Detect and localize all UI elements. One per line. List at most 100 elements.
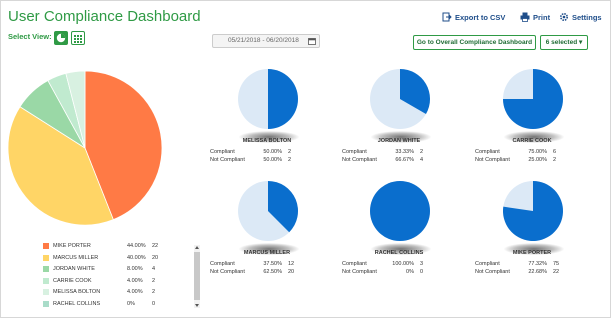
user-name: CARRIE COOK bbox=[512, 138, 552, 144]
calendar-icon[interactable] bbox=[308, 37, 316, 45]
legend-count: 20 bbox=[152, 254, 159, 261]
scroll-down-icon[interactable] bbox=[194, 303, 200, 308]
compliant-count: 2 bbox=[288, 149, 292, 155]
main-pie-chart bbox=[7, 70, 163, 226]
not-compliant-percent: 22.68% bbox=[528, 269, 547, 275]
user-compliance-card: MIKE PORTER Compliant 77.32% 75 Not Complian… bbox=[471, 180, 593, 290]
pie-view-button[interactable] bbox=[54, 31, 68, 45]
compliant-label: Compliant bbox=[475, 149, 500, 155]
overall-compliance-button[interactable]: Go to Overall Compliance Dashboard bbox=[413, 35, 536, 50]
legend-item[interactable]: MELISSA BOLTON 4.00% 2 bbox=[40, 286, 196, 298]
legend-name: CARRIE COOK bbox=[53, 277, 92, 284]
legend-percent: 44.00% bbox=[127, 243, 146, 249]
legend-swatch bbox=[43, 266, 49, 272]
compliant-count: 2 bbox=[420, 149, 424, 155]
user-name: JORDAN WHITE bbox=[377, 138, 421, 144]
user-pie-chart bbox=[238, 181, 298, 241]
legend-count: 4 bbox=[152, 266, 156, 272]
scroll-thumb[interactable] bbox=[194, 252, 200, 300]
compliant-percent: 75.00% bbox=[528, 149, 547, 155]
legend-name: MELISSA BOLTON bbox=[53, 289, 101, 295]
legend-count: 0 bbox=[152, 300, 156, 307]
legend-item[interactable]: MARCUS MILLER 40.00% 20 bbox=[40, 252, 196, 264]
compliant-percent: 33.33% bbox=[395, 149, 414, 155]
not-compliant-count: 20 bbox=[288, 269, 295, 275]
export-csv-link[interactable]: Export to CSV bbox=[442, 12, 505, 22]
compliant-count: 12 bbox=[288, 261, 295, 267]
not-compliant-label: Not Compliant bbox=[210, 269, 245, 275]
not-compliant-count: 4 bbox=[420, 157, 424, 163]
legend-name: MIKE PORTER bbox=[53, 243, 91, 249]
user-pie-chart bbox=[503, 181, 563, 241]
legend-item[interactable]: CARRIE COOK 4.00% 2 bbox=[40, 275, 196, 287]
date-range-field[interactable]: 05/21/2018 - 06/20/2018 bbox=[212, 34, 320, 48]
not-compliant-percent: 0% bbox=[406, 269, 414, 275]
legend-swatch bbox=[43, 243, 49, 249]
compliant-label: Compliant bbox=[342, 261, 367, 267]
settings-link[interactable]: Settings bbox=[559, 12, 602, 22]
legend-swatch bbox=[43, 300, 49, 307]
compliant-count: 75 bbox=[553, 261, 560, 267]
compliant-slice[interactable] bbox=[268, 69, 298, 129]
legend-item[interactable]: JORDAN WHITE 8.00% 4 bbox=[40, 263, 196, 275]
legend-percent: 40.00% bbox=[127, 254, 146, 261]
settings-label: Settings bbox=[572, 12, 602, 22]
legend-percent: 4.00% bbox=[127, 289, 143, 295]
not-compliant-percent: 25.00% bbox=[528, 157, 547, 163]
export-label: Export to CSV bbox=[455, 12, 506, 22]
not-compliant-label: Not Compliant bbox=[210, 157, 245, 163]
legend-count: 2 bbox=[152, 289, 156, 295]
user-name: MARCUS MILLER bbox=[243, 250, 291, 256]
user-name: RACHEL COLLINS bbox=[374, 250, 424, 256]
legend-swatch bbox=[43, 277, 49, 284]
compliant-percent: 50.00% bbox=[263, 149, 282, 155]
legend-item[interactable]: RACHEL COLLINS 0% 0 bbox=[40, 298, 196, 310]
legend-count: 22 bbox=[152, 243, 159, 249]
print-icon bbox=[520, 12, 530, 22]
gear-icon bbox=[559, 12, 569, 22]
user-pie-chart bbox=[370, 181, 430, 241]
legend-name: RACHEL COLLINS bbox=[53, 300, 101, 307]
legend-percent: 0% bbox=[127, 300, 135, 307]
user-compliance-card: CARRIE COOK Compliant 75.00% 6 Not Compliant… bbox=[471, 68, 593, 178]
legend-percent: 4.00% bbox=[127, 277, 143, 284]
export-icon bbox=[442, 12, 452, 22]
user-name: MIKE PORTER bbox=[512, 250, 552, 256]
pie-view-icon bbox=[56, 33, 66, 43]
select-view-label: Select View: bbox=[8, 32, 52, 41]
scroll-up-icon[interactable] bbox=[194, 245, 200, 250]
not-compliant-label: Not Compliant bbox=[475, 269, 510, 275]
not-compliant-label: Not Compliant bbox=[475, 157, 510, 163]
not-compliant-label: Not Compliant bbox=[342, 157, 377, 163]
user-pie-chart bbox=[370, 69, 430, 129]
legend-swatch bbox=[43, 254, 49, 261]
compliant-label: Compliant bbox=[210, 149, 235, 155]
user-name: MELISSA BOLTON bbox=[242, 138, 292, 144]
compliant-percent: 37.50% bbox=[263, 261, 282, 267]
compliant-percent: 100.00% bbox=[392, 261, 414, 267]
compliant-percent: 77.32% bbox=[528, 261, 547, 267]
legend-scrollbar[interactable] bbox=[194, 245, 200, 308]
compliant-count: 3 bbox=[420, 261, 424, 267]
legend-item[interactable]: MIKE PORTER 44.00% 22 bbox=[40, 240, 196, 252]
not-compliant-count: 2 bbox=[288, 157, 292, 163]
print-label: Print bbox=[533, 12, 551, 22]
user-compliance-card: MARCUS MILLER Compliant 37.50% 12 Not Compli… bbox=[206, 180, 328, 290]
not-compliant-count: 2 bbox=[553, 157, 557, 163]
grid-view-button[interactable] bbox=[71, 31, 85, 45]
not-compliant-percent: 62.50% bbox=[263, 269, 282, 275]
compliant-label: Compliant bbox=[342, 149, 367, 155]
print-link[interactable]: Print bbox=[520, 12, 550, 22]
user-select-dropdown[interactable]: 6 selected ▾ bbox=[540, 35, 588, 50]
not-compliant-percent: 50.00% bbox=[263, 157, 282, 163]
legend-count: 2 bbox=[152, 277, 156, 284]
compliant-label: Compliant bbox=[210, 261, 235, 267]
grid-view-icon bbox=[74, 35, 82, 43]
pie-legend: MIKE PORTER 44.00% 22 MARCUS MILLER 40.00% 20… bbox=[40, 240, 200, 310]
not-compliant-count: 22 bbox=[553, 269, 560, 275]
compliant-slice[interactable] bbox=[370, 181, 430, 241]
user-compliance-card: MELISSA BOLTON Compliant 50.00% 2 Not Compli… bbox=[206, 68, 328, 178]
not-compliant-count: 0 bbox=[420, 269, 424, 275]
page-title: User Compliance Dashboard bbox=[8, 8, 201, 25]
not-compliant-percent: 66.67% bbox=[395, 157, 414, 163]
